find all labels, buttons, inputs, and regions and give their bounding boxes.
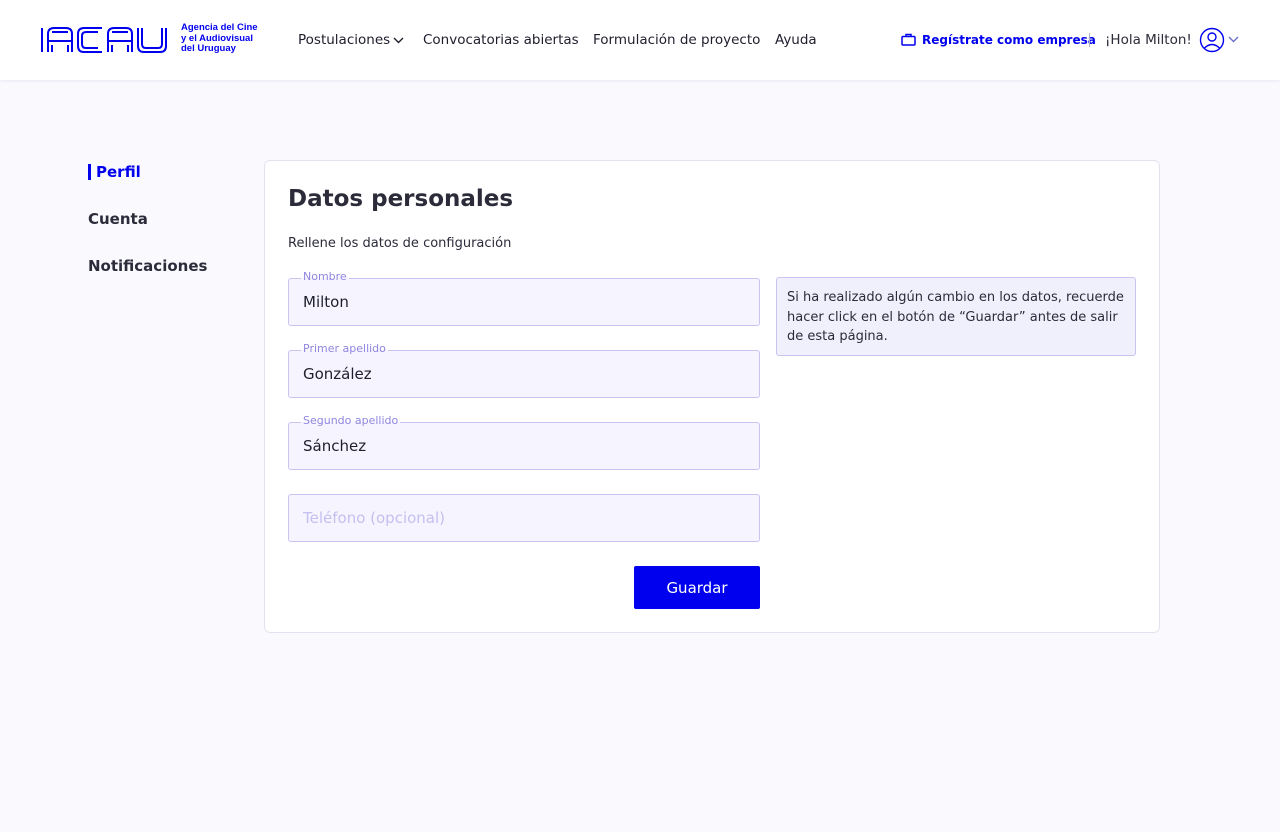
user-circle-icon: [1199, 27, 1225, 53]
nav-convocatorias[interactable]: Convocatorias abiertas: [423, 30, 579, 50]
primer-apellido-label: Primer apellido: [301, 342, 388, 355]
segundo-apellido-field: Segundo apellido: [288, 415, 760, 470]
acau-logo-mark: [41, 27, 167, 53]
logo-text: Agencia del Cine y el Audiovisual del Ur…: [181, 22, 258, 55]
chevron-down-icon: [393, 37, 404, 43]
sidebar-item-cuenta[interactable]: Cuenta: [88, 209, 148, 229]
personal-data-card: Datos personales Rellene los datos de co…: [264, 160, 1160, 633]
acau-logo[interactable]: Agencia del Cine y el Audiovisual del Ur…: [40, 22, 270, 58]
page-subtitle: Rellene los datos de configuración: [288, 236, 512, 251]
top-header: Agencia del Cine y el Audiovisual del Ur…: [0, 0, 1280, 80]
segundo-apellido-input[interactable]: [289, 423, 759, 469]
header-divider: [1089, 33, 1090, 47]
primer-apellido-input[interactable]: [289, 351, 759, 397]
user-greeting: ¡Hola Milton!: [1105, 32, 1192, 48]
user-menu[interactable]: [1199, 27, 1243, 53]
nombre-label: Nombre: [301, 270, 349, 283]
nombre-field: Nombre: [288, 271, 760, 326]
nav-ayuda[interactable]: Ayuda: [775, 30, 817, 50]
briefcase-icon: [901, 33, 916, 46]
register-company-label: Regístrate como empresa: [922, 33, 1096, 47]
nav-postulaciones[interactable]: Postulaciones: [298, 30, 404, 50]
sidebar-item-notificaciones[interactable]: Notificaciones: [88, 256, 207, 276]
nombre-input[interactable]: [289, 279, 759, 325]
chevron-down-icon: [1228, 36, 1239, 43]
save-button[interactable]: Guardar: [634, 566, 760, 609]
save-reminder-notice: Si ha realizado algún cambio en los dato…: [776, 277, 1136, 356]
sidebar-item-perfil[interactable]: Perfil: [88, 162, 141, 182]
primer-apellido-field: Primer apellido: [288, 343, 760, 398]
segundo-apellido-label: Segundo apellido: [301, 414, 401, 427]
logo-line-1: Agencia del Cine: [181, 22, 258, 33]
telefono-input[interactable]: [289, 495, 759, 541]
nav-postulaciones-label: Postulaciones: [298, 32, 391, 48]
register-company-link[interactable]: Regístrate como empresa: [901, 30, 1096, 50]
telefono-field: [288, 494, 760, 542]
logo-line-3: del Uruguay: [181, 43, 236, 54]
page-title: Datos personales: [288, 186, 514, 212]
nav-formulacion[interactable]: Formulación de proyecto: [593, 30, 760, 50]
